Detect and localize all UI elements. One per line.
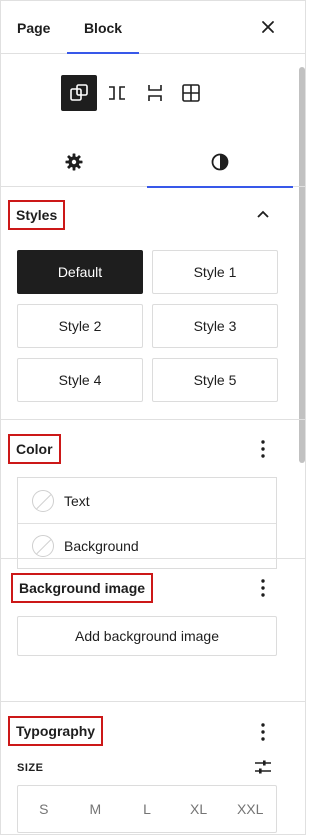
style-default-button[interactable]: Default	[17, 250, 143, 294]
stack-icon	[148, 85, 162, 101]
background-image-options-button[interactable]	[253, 576, 273, 600]
style-5-button[interactable]: Style 5	[152, 358, 278, 402]
sliders-icon	[255, 760, 271, 774]
block-settings-sidebar: Page Block Styles Default Style 1 Style …	[0, 0, 306, 835]
sidebar-tabs: Page Block	[1, 1, 305, 54]
font-size-option-s[interactable]: S	[18, 786, 70, 832]
section-divider	[1, 701, 305, 702]
font-size-option-m[interactable]: M	[70, 786, 122, 832]
variation-group-button[interactable]	[61, 75, 97, 111]
section-divider	[1, 558, 305, 559]
color-item-text[interactable]: Text	[18, 478, 276, 523]
color-list: Text Background	[17, 477, 277, 569]
color-panel-title: Color	[8, 434, 61, 464]
styles-panel-toggle[interactable]	[253, 204, 273, 224]
more-vertical-icon	[261, 723, 265, 741]
tab-block[interactable]: Block	[67, 1, 139, 54]
more-vertical-icon	[261, 440, 265, 458]
section-divider	[1, 419, 305, 420]
color-options-button[interactable]	[253, 437, 273, 461]
block-variation-toolbar	[61, 75, 211, 113]
color-item-label: Background	[64, 538, 139, 554]
style-2-button[interactable]: Style 2	[17, 304, 143, 348]
more-vertical-icon	[261, 579, 265, 597]
color-item-label: Text	[64, 492, 90, 509]
font-size-picker: S M L XL XXL	[17, 785, 277, 833]
inspector-tabs	[1, 137, 305, 188]
close-button[interactable]	[257, 16, 279, 38]
variation-row-button[interactable]	[99, 75, 135, 111]
add-background-image-button[interactable]: Add background image	[17, 616, 277, 656]
background-image-panel-title: Background image	[11, 573, 154, 603]
font-size-option-l[interactable]: L	[121, 786, 173, 832]
style-4-button[interactable]: Style 4	[17, 358, 143, 402]
tab-page[interactable]: Page	[17, 1, 50, 54]
font-size-option-xl[interactable]: XL	[173, 786, 225, 832]
chevron-up-icon	[257, 210, 269, 218]
style-1-button[interactable]: Style 1	[152, 250, 278, 294]
empty-swatch-icon	[32, 535, 54, 557]
tab-settings[interactable]	[1, 137, 147, 187]
styles-panel-title[interactable]: Styles	[8, 200, 66, 230]
group-icon	[70, 84, 88, 101]
variation-stack-button[interactable]	[137, 75, 173, 111]
tab-styles[interactable]	[147, 137, 293, 188]
empty-swatch-icon	[32, 489, 54, 512]
typography-options-button[interactable]	[253, 720, 273, 744]
gear-icon	[65, 153, 83, 171]
grid-icon	[182, 84, 200, 102]
font-size-label: SIZE	[17, 762, 44, 774]
variation-grid-button[interactable]	[173, 75, 209, 111]
scrollbar[interactable]	[299, 67, 305, 463]
font-size-custom-toggle[interactable]	[253, 758, 273, 776]
row-icon	[109, 86, 125, 100]
color-item-background[interactable]: Background	[18, 523, 276, 568]
close-icon	[262, 21, 274, 33]
typography-panel-title: Typography	[8, 716, 104, 746]
font-size-option-xxl[interactable]: XXL	[224, 786, 276, 832]
style-3-button[interactable]: Style 3	[152, 304, 278, 348]
half-circle-icon	[211, 153, 229, 171]
